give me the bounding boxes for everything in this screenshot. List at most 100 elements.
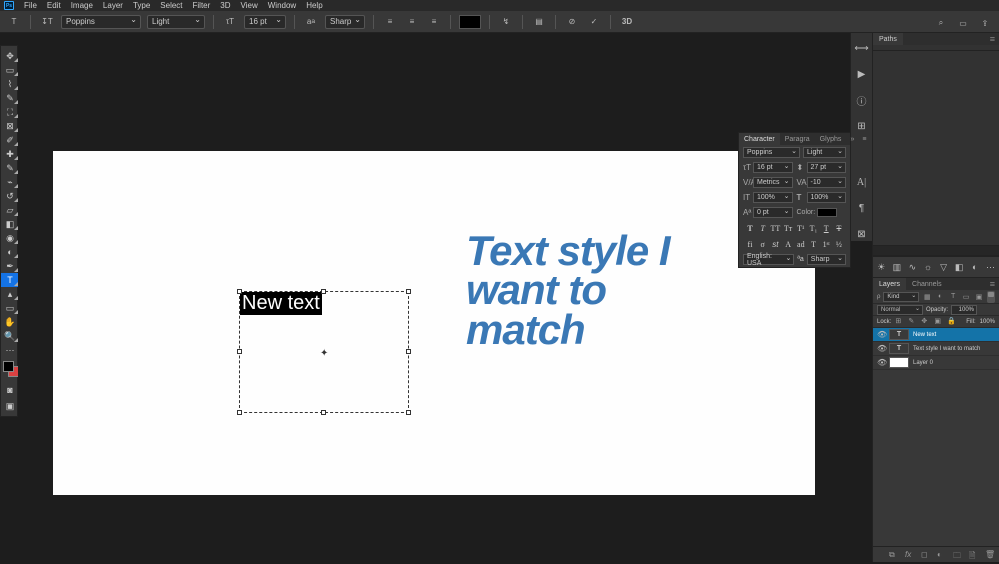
menu-edit[interactable]: Edit [47,1,61,10]
bold-button[interactable]: T [745,223,755,233]
orientation-toggle-icon[interactable]: ↧T [39,14,55,30]
char-hscale[interactable]: 100% [807,192,847,203]
font-style-select[interactable]: Light [147,15,205,29]
dodge-tool-icon[interactable]: ◐ [1,245,19,259]
lock-position-icon[interactable]: ✥ [921,317,930,326]
align-left-icon[interactable]: ≡ [382,14,398,30]
char-size[interactable]: 16 pt [753,162,793,173]
ruler-icon[interactable]: ⟷ [855,41,869,55]
transform-center-icon[interactable]: ✦ [320,348,328,359]
curves-icon[interactable]: ∿ [908,261,917,273]
lock-artboard-icon[interactable]: ▣ [934,317,943,326]
document-canvas[interactable]: Text style I want to match New text ✦ [53,151,815,495]
handle-top-right[interactable] [406,289,411,294]
screenmode-icon[interactable]: ▣ [1,399,19,413]
layer-mask-icon[interactable]: ◻ [921,550,931,560]
superscript-button[interactable]: T¹ [796,223,806,233]
eraser-tool-icon[interactable]: ▱ [1,203,19,217]
menu-filter[interactable]: Filter [193,1,211,10]
warp-text-icon[interactable]: ↯ [498,14,514,30]
fractions-button[interactable]: ad [796,239,806,249]
ordinals-button[interactable]: A [783,239,793,249]
menu-select[interactable]: Select [160,1,182,10]
3d-text-icon[interactable]: 3D [619,14,635,30]
menu-type[interactable]: Type [133,1,150,10]
char-kerning[interactable]: Metrics [753,177,793,188]
frame-tool-icon[interactable]: ⊠ [1,119,19,133]
new-adjustment-icon[interactable]: ◐ [937,550,947,560]
char-vscale[interactable]: 100% [753,192,793,203]
layer-fx-icon[interactable]: fx [905,550,915,560]
character-dock-icon[interactable]: A| [855,175,869,189]
levels-icon[interactable]: ▥ [893,261,902,273]
foreground-color-swatch[interactable] [3,361,14,372]
new-text-content[interactable]: New text [240,292,322,315]
antialias-select[interactable]: Sharp [325,15,365,29]
healing-tool-icon[interactable]: ✚ [1,147,19,161]
char-aa[interactable]: Sharp [807,254,846,265]
layer-name[interactable]: New text [913,332,936,338]
visibility-icon[interactable]: 👁 [877,344,885,353]
layer-filter-kind[interactable]: Kind [883,292,919,302]
layer-row[interactable]: 👁 T Text style I want to match [873,342,999,356]
panel-menu-icon[interactable]: ≡ [986,279,999,289]
font-size-select[interactable]: 16 pt [244,15,286,29]
menu-view[interactable]: View [241,1,258,10]
fill-input[interactable]: 100% [980,319,995,325]
strikethrough-button[interactable]: T [834,223,844,233]
titling-button[interactable]: 1ˢᵗ [821,239,831,249]
properties-icon[interactable]: ⊞ [855,119,869,133]
tab-glyphs[interactable]: Glyphs [815,133,847,145]
workspace-icon[interactable]: ▭ [955,15,971,31]
allcaps-button[interactable]: TT [770,223,780,233]
more-icon[interactable]: ⋯ [986,261,995,273]
filter-type-icon[interactable]: T [948,292,958,302]
quickmask-icon[interactable]: ◙ [1,383,19,397]
handle-bot-mid[interactable] [321,410,326,415]
info-icon[interactable]: ⓘ [855,93,869,107]
lock-all-icon[interactable]: 🔒 [947,317,956,326]
stylistic-button[interactable]: T [809,239,819,249]
character-panel-icon[interactable]: ▤ [531,14,547,30]
align-right-icon[interactable]: ≡ [426,14,442,30]
commit-icon[interactable]: ✓ [586,14,602,30]
link-layers-icon[interactable]: ⧉ [889,550,899,560]
handle-mid-left[interactable] [237,349,242,354]
char-font-style[interactable]: Light [803,147,846,158]
handle-top-mid[interactable] [321,289,326,294]
share-icon[interactable]: ⇪ [977,15,993,31]
hand-tool-icon[interactable]: ✋ [1,315,19,329]
zoom-tool-icon[interactable]: 🔍 [1,329,19,343]
char-tracking[interactable]: -10 [807,177,847,188]
quick-select-tool-icon[interactable]: ✎ [1,91,19,105]
handle-bot-left[interactable] [237,410,242,415]
move-tool-icon[interactable]: ✥ [1,49,19,63]
lock-pixel-icon[interactable]: ✎ [908,317,917,326]
glyphs-dock-icon[interactable]: ⊠ [855,227,869,241]
bw-icon[interactable]: ◐ [970,261,979,273]
filter-shape-icon[interactable]: ▭ [961,292,971,302]
menu-help[interactable]: Help [306,1,322,10]
type-tool-icon[interactable]: T [1,273,19,287]
layer-row[interactable]: 👁 Layer 0 [873,356,999,370]
panel-collapse-icon[interactable]: » [846,136,858,143]
tab-paragraph[interactable]: Paragra [780,133,815,145]
path-select-tool-icon[interactable]: ▴ [1,287,19,301]
char-baseline[interactable]: 0 pt [753,207,793,218]
menu-file[interactable]: File [24,1,37,10]
lock-transparent-icon[interactable]: ⊞ [895,317,904,326]
filter-smart-icon[interactable]: ▣ [974,292,984,302]
opacity-input[interactable]: 100% [951,305,977,315]
panel-divider[interactable] [873,246,999,256]
layer-row[interactable]: 👁 T New text [873,328,999,342]
pen-tool-icon[interactable]: ✒ [1,259,19,273]
ligatures-button[interactable]: fi [745,239,755,249]
delete-layer-icon[interactable]: 🗑 [985,550,995,560]
canvas-area[interactable]: Text style I want to match New text ✦ [18,33,850,562]
stamp-tool-icon[interactable]: ⌁ [1,175,19,189]
subscript-button[interactable]: T₁ [809,223,819,233]
crop-tool-icon[interactable]: ⛶ [1,105,19,119]
color-swatches[interactable] [1,361,17,381]
history-brush-tool-icon[interactable]: ↺ [1,189,19,203]
hue-icon[interactable]: ◧ [955,261,964,273]
